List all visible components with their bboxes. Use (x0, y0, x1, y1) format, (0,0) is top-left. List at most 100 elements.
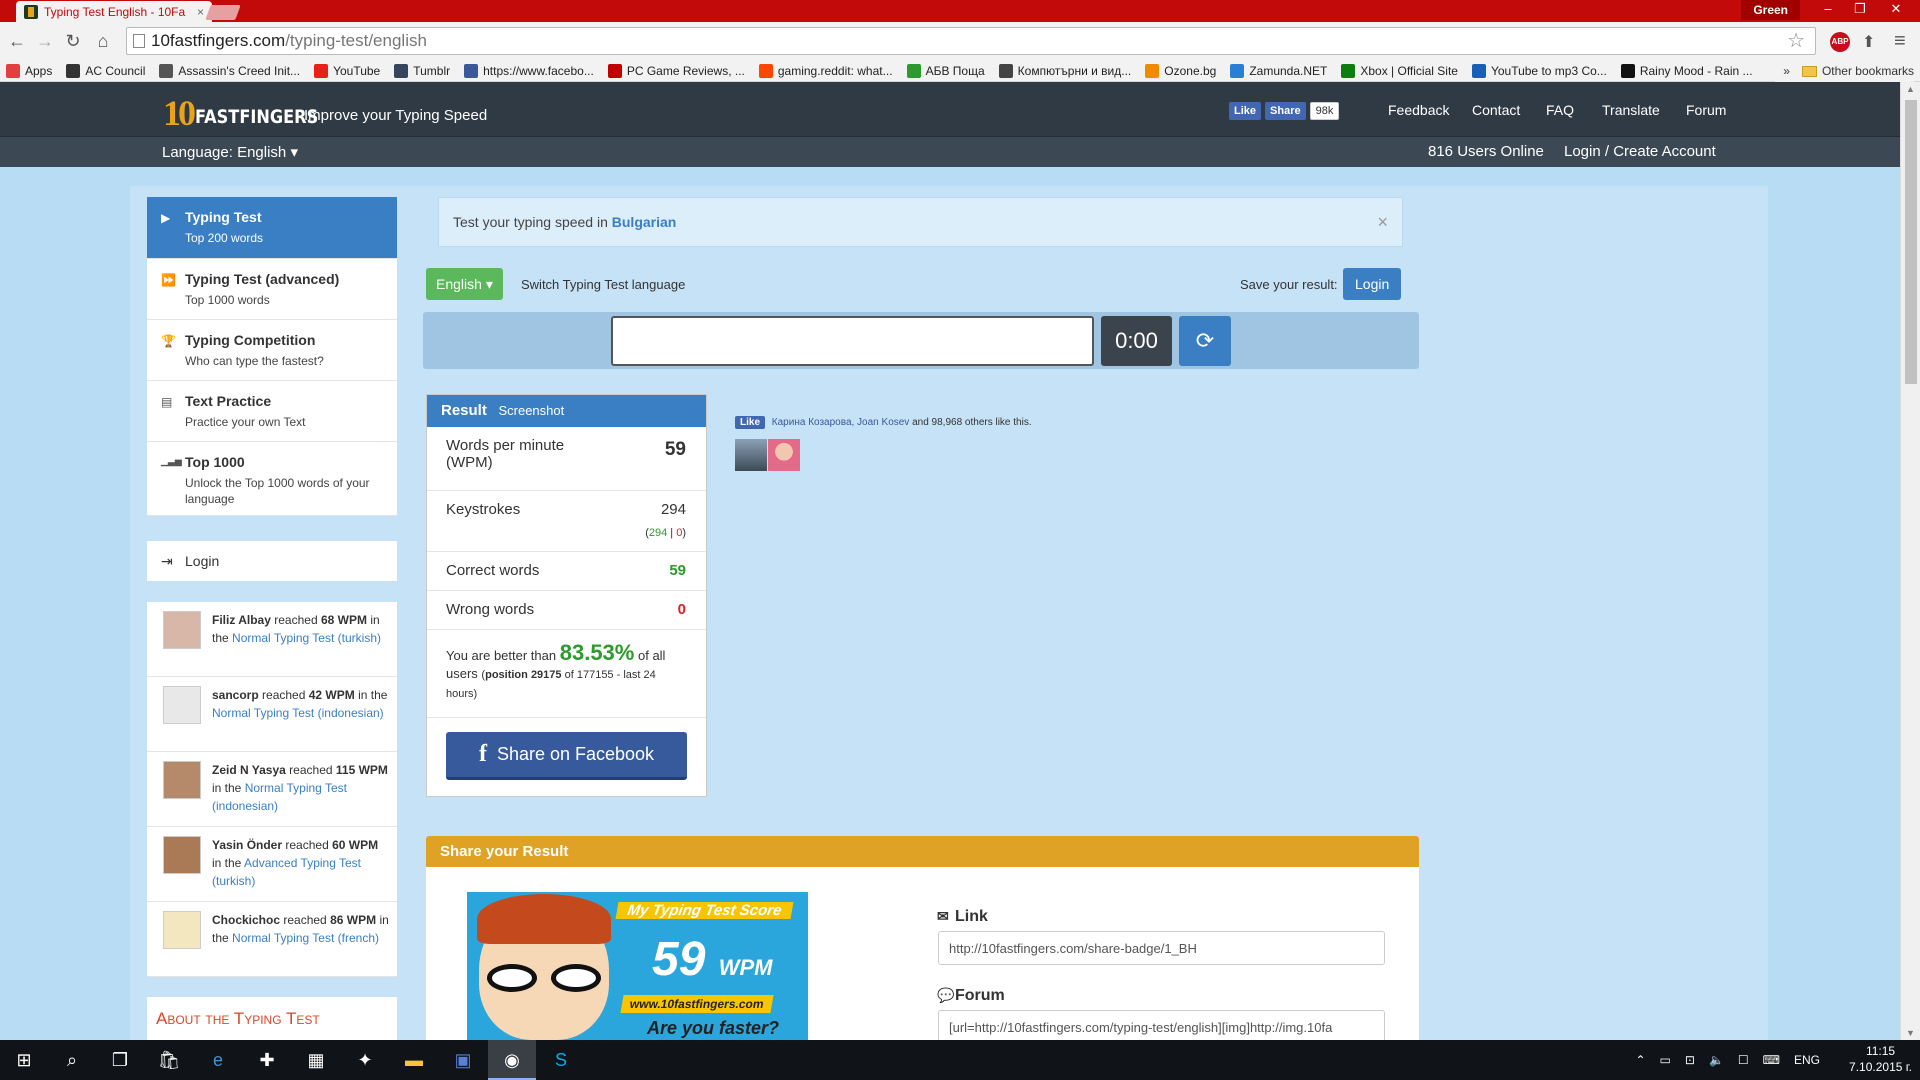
bookmark-item[interactable]: Zamunda.NET (1230, 63, 1327, 78)
avatar[interactable] (163, 836, 201, 874)
sidebar-item-typing-competition[interactable]: 🏆 Typing Competition Who can type the fa… (147, 320, 397, 381)
share-on-facebook-button[interactable]: f Share on Facebook (446, 732, 687, 780)
file-explorer-icon[interactable]: ▬ (390, 1040, 438, 1080)
volume-icon[interactable]: 🔈 (1709, 1053, 1724, 1067)
nav-translate[interactable]: Translate (1602, 102, 1660, 118)
clock[interactable]: 11:15 7.10.2015 г. (1849, 1043, 1912, 1075)
feed-user-name[interactable]: Zeid N Yasya (212, 763, 286, 777)
avatar[interactable] (163, 761, 201, 799)
maximize-icon[interactable]: ❐ (1844, 0, 1876, 20)
login-button[interactable]: Login (1343, 268, 1402, 300)
avatar[interactable] (163, 686, 201, 724)
bookmark-item[interactable]: Tumblr (394, 63, 450, 78)
share-forum-field[interactable] (938, 1010, 1385, 1044)
avatar[interactable] (735, 439, 767, 471)
chrome-icon[interactable]: ◉ (488, 1040, 536, 1080)
search-icon[interactable]: ⌕ (48, 1040, 96, 1080)
new-tab-button[interactable] (205, 5, 241, 20)
bookmark-item[interactable]: AC Council (66, 63, 145, 78)
avatar[interactable] (163, 911, 201, 949)
calculator-icon[interactable]: ▦ (292, 1040, 340, 1080)
feed-test-link[interactable]: Normal Typing Test (indonesian) (212, 706, 384, 720)
bookmark-item[interactable]: Xbox | Official Site (1341, 63, 1458, 78)
other-bookmarks[interactable]: » Other bookmarks (1775, 60, 1914, 82)
scrollbar-thumb[interactable] (1905, 100, 1917, 384)
scroll-down-icon[interactable]: ▼ (1906, 1028, 1915, 1038)
feed-user-name[interactable]: sancorp (212, 688, 259, 702)
task-view-icon[interactable]: ❐ (96, 1040, 144, 1080)
avatar[interactable] (163, 611, 201, 649)
fb-like-names[interactable]: Карина Козарова, Joan Kosev (772, 417, 910, 428)
feed-user-name[interactable]: Filiz Albay (212, 613, 271, 627)
bookmark-item[interactable]: Assassin's Creed Init... (159, 63, 300, 78)
refresh-button[interactable]: ⟳ (1179, 316, 1231, 366)
feed-test-link[interactable]: Normal Typing Test (turkish) (232, 631, 381, 645)
bookmark-item[interactable]: https://www.facebo... (464, 63, 594, 78)
keyboard-icon[interactable]: ⌨ (1763, 1053, 1780, 1067)
avatar[interactable] (768, 439, 800, 471)
nav-forum[interactable]: Forum (1686, 102, 1726, 118)
address-bar[interactable]: 10fastfingers.com/typing-test/english ☆ (126, 27, 1816, 55)
app-icon[interactable]: ✦ (341, 1040, 389, 1080)
sidebar-item-text-practice[interactable]: ▤ Text Practice Practice your own Text (147, 381, 397, 442)
screenshot-tab[interactable]: Screenshot (498, 403, 564, 418)
browser-tab-active[interactable]: Typing Test English - 10Fa × (16, 1, 212, 22)
network-icon[interactable]: ⊡ (1685, 1053, 1695, 1067)
feed-user-name[interactable]: Chockichoc (212, 913, 280, 927)
sidebar-login[interactable]: ⇥ Login (147, 541, 397, 581)
close-window-icon[interactable]: ✕ (1880, 0, 1912, 20)
sidebar-item-top-1000[interactable]: ▁▃▅ Top 1000 Unlock the Top 1000 words o… (147, 442, 397, 516)
start-icon[interactable]: ⊞ (0, 1040, 48, 1080)
home-icon[interactable]: ⌂ (92, 30, 114, 52)
share-link-field[interactable] (938, 931, 1385, 965)
store-icon[interactable]: 🛍 (145, 1040, 193, 1080)
profile-button[interactable]: Green (1741, 0, 1800, 20)
input-language[interactable]: ENG (1794, 1053, 1820, 1067)
language-select-button[interactable]: English ▾ (426, 268, 503, 300)
fb-like-small-button[interactable]: Like (735, 416, 766, 429)
skype-icon[interactable]: S (537, 1040, 585, 1080)
uk-flag-icon[interactable]: ✚ (243, 1040, 291, 1080)
battery-icon[interactable]: ▭ (1660, 1053, 1671, 1067)
fb-like-button[interactable]: Like (1229, 102, 1262, 120)
nav-faq[interactable]: FAQ (1546, 102, 1574, 118)
bookmark-item[interactable]: Apps (6, 63, 52, 78)
fb-share-button[interactable]: Share (1265, 102, 1306, 120)
adblock-icon[interactable]: ABP (1830, 32, 1850, 52)
tray-chevron-icon[interactable]: ⌃ (1635, 1053, 1645, 1067)
notifications-icon[interactable]: ☐ (1738, 1053, 1749, 1067)
bookmark-item[interactable]: PC Game Reviews, ... (607, 63, 745, 78)
bookmark-item[interactable]: Ozone.bg (1145, 63, 1216, 78)
nav-contact[interactable]: Contact (1472, 102, 1520, 118)
bookmark-item[interactable]: gaming.reddit: what... (758, 63, 893, 78)
nav-feedback[interactable]: Feedback (1388, 102, 1449, 118)
bookmark-item[interactable]: YouTube to mp3 Co... (1471, 63, 1607, 78)
language-dropdown[interactable]: Language: English ▾ (162, 143, 298, 161)
bookmark-item[interactable]: Компютърни и вид... (998, 63, 1131, 78)
forward-arrow-icon[interactable]: → (34, 30, 56, 52)
edge-icon[interactable]: e (194, 1040, 242, 1080)
notice-language-link[interactable]: Bulgarian (612, 214, 677, 230)
bookmark-favicon-icon (1341, 63, 1356, 78)
bookmarks-more[interactable]: » (1783, 64, 1790, 78)
sidebar-item-typing-test[interactable]: ▶ Typing Test Top 200 words (147, 197, 397, 259)
extension-icon[interactable]: ⬆ (1862, 32, 1875, 52)
feed-user-name[interactable]: Yasin Önder (212, 838, 282, 852)
bookmark-item[interactable]: АБВ Поща (906, 63, 985, 78)
minimize-icon[interactable]: – (1812, 0, 1844, 20)
sidebar-item-typing-test-advanced[interactable]: ⏩ Typing Test (advanced) Top 1000 words (147, 259, 397, 320)
floppy-icon[interactable]: ▣ (439, 1040, 487, 1080)
bookmark-item[interactable]: Rainy Mood - Rain ... (1620, 63, 1753, 78)
login-create-account-link[interactable]: Login / Create Account (1564, 143, 1716, 160)
chrome-menu-icon[interactable]: ≡ (1894, 30, 1906, 53)
reload-icon[interactable]: ↻ (62, 30, 84, 52)
bookmark-star-icon[interactable]: ☆ (1787, 28, 1805, 54)
tab-close-icon[interactable]: × (197, 5, 204, 19)
page-scrollbar[interactable]: ▲ ▼ (1900, 82, 1920, 1040)
scroll-up-icon[interactable]: ▲ (1906, 84, 1915, 94)
feed-test-link[interactable]: Normal Typing Test (french) (232, 931, 379, 945)
back-arrow-icon[interactable]: ← (6, 30, 28, 52)
close-icon[interactable]: × (1377, 212, 1388, 233)
bookmark-item[interactable]: YouTube (314, 63, 380, 78)
typing-input[interactable] (611, 316, 1094, 366)
